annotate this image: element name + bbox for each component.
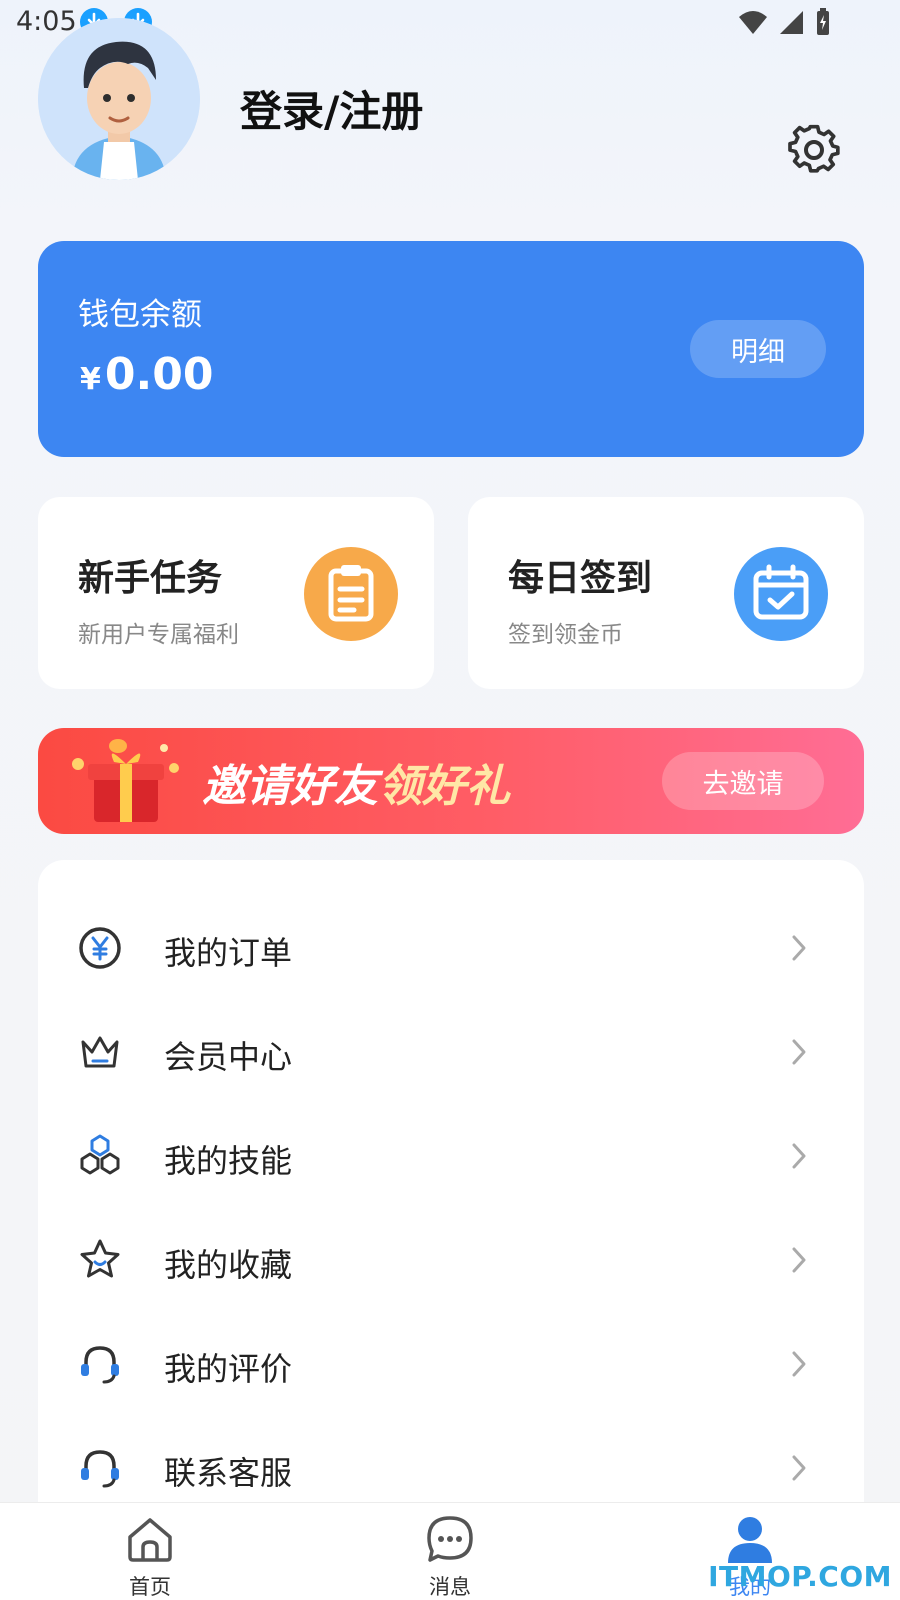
menu-item-label: 联系客服 — [164, 1454, 293, 1492]
banner-text-main: 邀请好友 — [202, 761, 378, 812]
banner-text-accent: 领好礼 — [378, 761, 510, 812]
chevron-right-icon — [788, 1140, 810, 1172]
newbie-task-card[interactable]: 新手任务 新用户专属福利 — [38, 497, 434, 689]
invite-banner[interactable]: 邀请好友领好礼 去邀请 — [38, 728, 864, 834]
invite-button[interactable]: 去邀请 — [662, 752, 824, 810]
wallet-balance: ¥ 0.00 — [80, 349, 213, 400]
menu-item-reviews[interactable]: 我的评价 — [38, 1314, 864, 1418]
headset-icon — [76, 1444, 124, 1492]
daily-checkin-card[interactable]: 每日签到 签到领金币 — [468, 497, 864, 689]
menu-item-skills[interactable]: 我的技能 — [38, 1106, 864, 1210]
detail-button[interactable]: 明细 — [690, 320, 826, 378]
login-register-link[interactable]: 登录/注册 — [240, 78, 423, 139]
nav-label: 消息 — [429, 1575, 471, 1599]
calendar-check-icon — [734, 547, 828, 641]
menu-item-label: 我的评价 — [164, 1350, 293, 1388]
chevron-right-icon — [788, 1036, 810, 1068]
gear-icon[interactable] — [788, 124, 840, 176]
currency-symbol: ¥ — [80, 362, 101, 397]
nav-label: 首页 — [129, 1575, 171, 1599]
invite-banner-title: 邀请好友领好礼 — [202, 750, 510, 814]
menu-item-label: 我的收藏 — [164, 1246, 293, 1284]
status-time: 4:05 — [16, 6, 77, 37]
signal-icon — [780, 11, 803, 34]
headset-icon — [76, 1340, 124, 1388]
chevron-right-icon — [788, 1452, 810, 1484]
nav-item-messages[interactable]: 消息 — [390, 1513, 510, 1599]
yen-circle-icon — [76, 924, 124, 972]
avatar[interactable] — [38, 18, 200, 180]
card-subtitle: 签到领金币 — [508, 622, 623, 648]
nav-item-home[interactable]: 首页 — [90, 1513, 210, 1599]
menu-item-favorites[interactable]: 我的收藏 — [38, 1210, 864, 1314]
clipboard-icon — [304, 547, 398, 641]
menu-list: 我的订单 会员中心 我的技能 我的收藏 我的评价 联系客服 — [38, 860, 864, 1600]
menu-item-label: 我的订单 — [164, 934, 293, 972]
card-title: 每日签到 — [508, 558, 653, 599]
user-icon — [724, 1513, 776, 1565]
card-title: 新手任务 — [78, 558, 223, 599]
wallet-card: 钱包余额 ¥ 0.00 明细 — [38, 241, 864, 457]
gift-box-icon — [56, 734, 196, 830]
menu-item-membership[interactable]: 会员中心 — [38, 1002, 864, 1106]
wifi-icon — [739, 11, 767, 34]
chevron-right-icon — [788, 932, 810, 964]
balance-value: 0.00 — [104, 349, 214, 400]
menu-item-label: 会员中心 — [164, 1038, 293, 1076]
status-icons — [738, 8, 832, 36]
hexagons-icon — [76, 1132, 124, 1180]
wallet-label: 钱包余额 — [78, 297, 202, 333]
crown-icon — [76, 1028, 124, 1076]
chevron-right-icon — [788, 1244, 810, 1276]
menu-item-orders[interactable]: 我的订单 — [38, 898, 864, 1002]
battery-icon — [817, 8, 829, 35]
watermark: ITMOP.COM — [708, 1560, 892, 1593]
star-icon — [76, 1236, 124, 1284]
menu-item-label: 我的技能 — [164, 1142, 293, 1180]
card-subtitle: 新用户专属福利 — [78, 622, 239, 648]
home-icon — [124, 1513, 176, 1565]
chat-bubble-icon — [424, 1513, 476, 1565]
chevron-right-icon — [788, 1348, 810, 1380]
